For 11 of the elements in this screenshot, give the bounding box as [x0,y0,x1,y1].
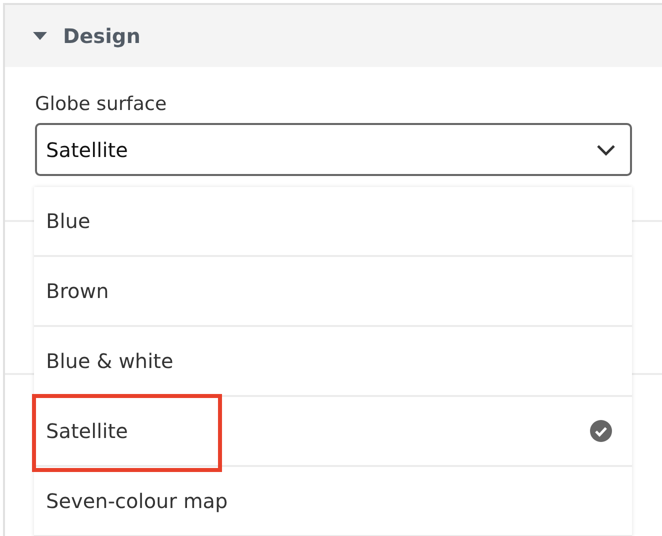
dropdown-option[interactable]: Blue [34,187,632,257]
caret-icon [33,32,47,40]
dropdown-option[interactable]: Satellite [34,397,632,467]
chevron-down-icon [596,144,616,156]
dropdown-option[interactable]: Brown [34,257,632,327]
field-label: Globe surface [35,93,168,115]
section-header[interactable]: Design [5,5,662,67]
dropdown-option[interactable]: Seven-colour map [34,467,632,536]
globe-surface-select[interactable]: Satellite [35,123,632,176]
dropdown-option[interactable]: Blue & white [34,327,632,397]
section-title: Design [63,24,140,48]
